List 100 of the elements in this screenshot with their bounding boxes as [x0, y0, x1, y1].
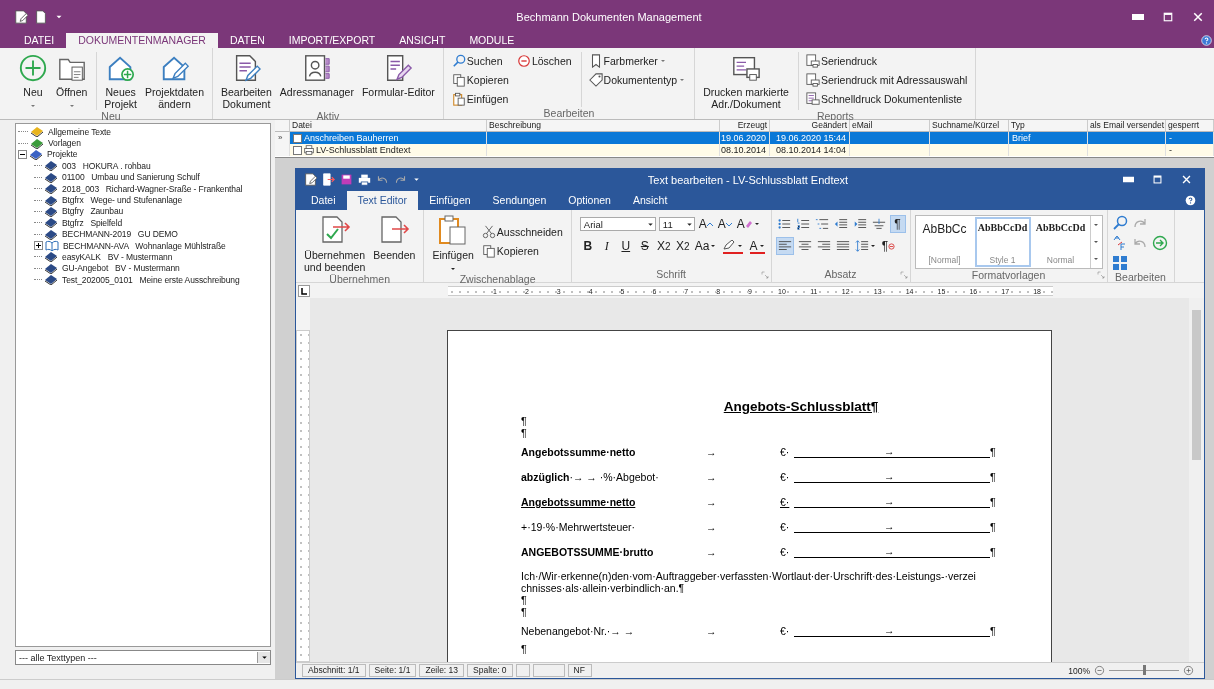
table-cell: 08.10.2014: [720, 144, 770, 156]
tree-item[interactable]: Projekte: [45, 149, 80, 160]
column-header[interactable]: als Email versendet: [1088, 120, 1166, 132]
tree-item[interactable]: Allgemeine Texte: [46, 126, 113, 137]
expander-icon[interactable]: [18, 149, 27, 159]
ribbon-tab[interactable]: Sendungen: [481, 191, 558, 210]
paragraph-button[interactable]: [775, 237, 794, 255]
dialog-launcher-icon: [1096, 271, 1105, 279]
ribbon-button[interactable]: Ausschneiden: [481, 223, 563, 240]
menu-tab[interactable]: MODULE: [457, 33, 527, 48]
ribbon-button[interactable]: Öffnen: [52, 52, 92, 110]
tree-item[interactable]: Btgfry Zaunbau: [60, 206, 126, 217]
ribbon-button[interactable]: Seriendruck mit Adressauswahl: [805, 71, 968, 88]
row-checkbox[interactable]: [293, 145, 302, 155]
tree-item[interactable]: GU-Angebot BV - Mustermann: [60, 263, 182, 274]
group-label: Reports: [816, 110, 854, 122]
menu-tab[interactable]: ANSICHT: [387, 33, 458, 48]
tree-item[interactable]: Btgfrz Spielfeld: [60, 217, 125, 228]
change-case-button[interactable]: Aa: [693, 237, 719, 255]
clear-format-button[interactable]: A: [735, 215, 762, 233]
tab-arrow: →: [706, 446, 718, 458]
format-button[interactable]: I: [598, 237, 615, 255]
tree-item[interactable]: Btgfrx Wege- und Stufenanlage: [60, 195, 185, 206]
ribbon-button[interactable]: Dokumententyp: [588, 71, 687, 88]
row-checkbox[interactable]: [293, 133, 302, 143]
ribbon-button[interactable]: Suchen: [451, 52, 509, 69]
ribbon-button[interactable]: Adressmanager: [275, 52, 358, 98]
tree-item[interactable]: 2018_003 Richard-Wagner-Sraße - Frankenthal: [60, 183, 245, 194]
tree-item[interactable]: easyKALK BV - Mustermann: [60, 252, 175, 262]
ribbon-tab[interactable]: Einfügen: [418, 191, 482, 210]
grow-font-button[interactable]: A: [697, 215, 714, 233]
column-header[interactable]: eMail: [850, 120, 930, 132]
tree-item[interactable]: BECHMANN-AVA Wohnanlage Mühlstraße: [61, 240, 228, 251]
replace-icon: [1111, 235, 1128, 251]
texttype-dropdown[interactable]: --- alle Texttypen ---: [15, 650, 271, 665]
row-header[interactable]: »: [275, 132, 290, 144]
ribbon-button[interactable]: Neues Projekt: [100, 52, 142, 110]
ribbon-button[interactable]: Beenden: [369, 213, 420, 261]
minimize-button[interactable]: [1123, 174, 1134, 185]
format-button[interactable]: U: [617, 237, 634, 255]
column-header[interactable]: Erzeugt: [720, 120, 770, 132]
highlight-button[interactable]: [721, 237, 746, 255]
format-button[interactable]: B: [579, 237, 596, 255]
tree-item[interactable]: BECHMANN-2019 GU DEMO: [60, 229, 180, 240]
help-button[interactable]: [1185, 194, 1196, 206]
book-stack-icon: [44, 262, 58, 274]
ribbon-tab[interactable]: Optionen: [557, 191, 622, 210]
ribbon-button[interactable]: Löschen: [516, 52, 572, 69]
column-header[interactable]: Geändert: [770, 120, 850, 132]
ribbon-button[interactable]: Übernehmen und beenden: [300, 213, 370, 273]
paste-button[interactable]: Einfügen: [428, 213, 478, 273]
ribbon-button[interactable]: Bearbeiten Dokument: [217, 52, 276, 110]
style-tile[interactable]: AbBbCcDd Normal: [1031, 216, 1090, 268]
ribbon-button[interactable]: Projektdaten ändern: [141, 52, 208, 110]
ribbon-button[interactable]: Neu: [14, 52, 52, 110]
file-cell[interactable]: Anschreiben Bauherren: [290, 132, 487, 144]
close-button[interactable]: [1192, 10, 1204, 23]
ribbon-button[interactable]: Einfügen: [451, 90, 509, 107]
ribbon-button[interactable]: Farbmerker: [588, 52, 687, 69]
file-cell[interactable]: LV-Schlussblatt Endtext: [290, 144, 487, 156]
font-size-field[interactable]: 11: [658, 217, 695, 231]
paragraph-button[interactable]: [853, 237, 878, 255]
ribbon-button[interactable]: Kopieren: [451, 71, 509, 88]
ribbon-button[interactable]: Drucken markierte Adr./Dokument: [699, 52, 793, 110]
ribbon-button[interactable]: Seriendruck: [805, 52, 968, 69]
paragraph-button[interactable]: ¶: [889, 215, 906, 233]
tree-item[interactable]: Test_202005_0101 Meine erste Ausschreibung: [60, 274, 242, 285]
column-header[interactable]: Beschreibung: [487, 120, 720, 132]
style-tile[interactable]: AbBbCc [Normal]: [915, 216, 974, 268]
maximize-button[interactable]: [1162, 10, 1174, 23]
ribbon-button[interactable]: Kopieren: [481, 242, 563, 259]
maximize-button[interactable]: [1152, 174, 1163, 185]
close-button[interactable]: [1181, 174, 1192, 185]
zoom-slider-thumb[interactable]: [1143, 665, 1146, 675]
menu-tab[interactable]: DATEI: [12, 33, 67, 48]
tree-item[interactable]: 003 HOKURA . rohbau: [60, 160, 153, 171]
shrink-font-button[interactable]: A: [716, 215, 733, 233]
tree-item[interactable]: 01100 Umbau und Sanierung Schulf: [60, 172, 202, 183]
column-header[interactable]: Datei: [290, 120, 487, 132]
zoom-in-icon: [1183, 665, 1194, 676]
help-button[interactable]: [1201, 35, 1212, 46]
column-header[interactable]: gesperrt: [1166, 120, 1214, 132]
menu-tab[interactable]: IMPORT/EXPORT: [276, 33, 388, 48]
paragraph-button[interactable]: ¶: [880, 237, 897, 255]
font-name-field[interactable]: Arial: [579, 217, 656, 231]
ribbon-tab[interactable]: Datei: [300, 191, 347, 210]
column-header[interactable]: Typ: [1009, 120, 1088, 132]
menu-tab[interactable]: DATEN: [217, 33, 277, 48]
font-color-button[interactable]: A: [748, 237, 767, 255]
zoom-out-icon: [1094, 665, 1105, 676]
column-header[interactable]: Suchname/Kürzel: [930, 120, 1009, 132]
menu-tab[interactable]: DOKUMENTENMANAGER: [66, 33, 218, 48]
expander-icon[interactable]: [34, 241, 43, 251]
tree-item[interactable]: Vorlagen: [46, 138, 83, 149]
style-tile[interactable]: AbBbCcDd Style 1: [973, 216, 1032, 268]
format-button[interactable]: S: [636, 237, 653, 255]
ribbon-tab[interactable]: Text Editor: [346, 191, 419, 210]
ribbon-button[interactable]: Formular-Editor: [357, 52, 439, 98]
ribbon-button[interactable]: Schnelldruck Dokumentenliste: [805, 90, 968, 107]
ribbon-tab[interactable]: Ansicht: [621, 191, 679, 210]
